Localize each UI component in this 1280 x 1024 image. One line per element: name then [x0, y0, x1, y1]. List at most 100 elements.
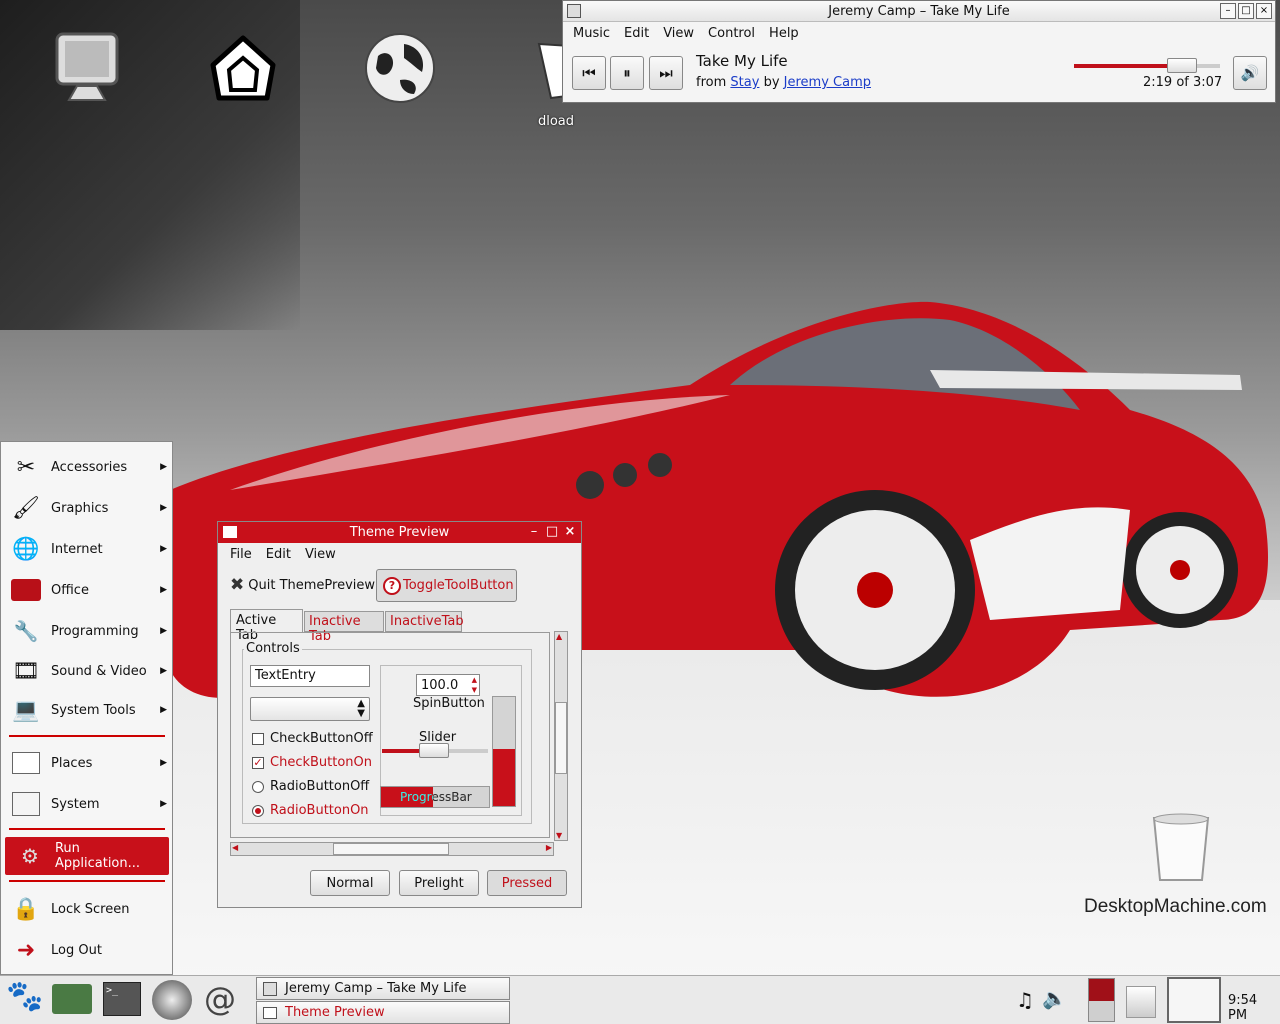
seek-slider-handle[interactable] [1167, 58, 1198, 73]
theme-close-button[interactable]: × [562, 524, 578, 539]
clock[interactable]: 9:54 PM [1228, 993, 1280, 1023]
text-entry[interactable]: TextEntry [250, 665, 370, 687]
horizontal-slider[interactable] [382, 743, 488, 758]
menu-item-accessories[interactable]: ✂ Accessories ▶ [1, 448, 173, 486]
menu-item-sound-video[interactable]: 🎞 Sound & Video ▶ [1, 652, 173, 690]
download-folder-label: dload [537, 114, 575, 129]
web-browser-globe-icon[interactable] [152, 980, 192, 1020]
show-desktop-button[interactable] [1167, 977, 1221, 1023]
vertical-scrollbar[interactable]: ▲ ▼ [554, 631, 568, 841]
menu-item-office[interactable]: Office ▶ [1, 571, 173, 609]
player-close-button[interactable]: × [1256, 3, 1272, 19]
menu-item-system[interactable]: System ▶ [1, 785, 173, 823]
file-manager-icon[interactable] [52, 984, 92, 1014]
theme-maximize-button[interactable]: □ [544, 524, 560, 539]
menu-separator [9, 828, 165, 830]
workspace-switcher[interactable] [1088, 978, 1115, 1022]
player-menu-view[interactable]: View [663, 26, 694, 41]
workspace-2[interactable] [1089, 1001, 1114, 1021]
album-link[interactable]: Stay [730, 75, 759, 90]
menu-item-lock-screen[interactable]: 🔒 Lock Screen [1, 890, 173, 928]
player-menu-edit[interactable]: Edit [624, 26, 649, 41]
submenu-arrow-icon: ▶ [160, 585, 167, 595]
track-time: 2:19 of 3:07 [1143, 75, 1223, 90]
menu-item-places[interactable]: Places ▶ [1, 744, 173, 782]
menu-label: Log Out [51, 942, 102, 958]
previous-button[interactable]: ⏮ [572, 56, 606, 90]
menu-item-log-out[interactable]: ➜ Log Out [1, 931, 173, 969]
normal-button[interactable]: Normal [310, 870, 390, 896]
tab-inactive-1[interactable]: Inactive Tab [304, 611, 384, 644]
network-globe-icon[interactable] [355, 28, 445, 112]
theme-window-icon[interactable] [223, 526, 237, 538]
radio-button-off[interactable]: RadioButtonOff [252, 779, 369, 794]
music-note-icon[interactable]: ♫ [1016, 988, 1034, 1012]
menu-item-system-tools[interactable]: 💻 System Tools ▶ [1, 691, 173, 729]
toggle-tool-button[interactable]: ? ToggleToolButton [376, 569, 517, 602]
player-window-icon[interactable] [567, 4, 581, 18]
seek-slider[interactable] [1074, 58, 1220, 73]
artist-link[interactable]: Jeremy Camp [784, 75, 871, 90]
tab-active[interactable]: Active Tab [230, 609, 303, 643]
home-icon[interactable] [198, 30, 288, 109]
gnome-foot-icon[interactable]: 🐾 [6, 979, 43, 1014]
scroll-down-icon[interactable]: ▼ [556, 831, 562, 840]
scroll-up-icon[interactable]: ▲ [556, 632, 562, 641]
trash-icon[interactable] [1148, 812, 1214, 890]
theme-menu-view[interactable]: View [305, 547, 336, 562]
checkbox-unchecked-icon [252, 732, 264, 745]
player-menu-help[interactable]: Help [769, 26, 799, 41]
radio-button-on[interactable]: RadioButtonOn [252, 803, 369, 818]
menu-label: Sound & Video [51, 663, 147, 679]
combo-box[interactable]: ▲ ▼ [250, 697, 370, 721]
check-button-off[interactable]: CheckButtonOff [252, 731, 373, 746]
next-button[interactable]: ⏭ [649, 56, 683, 90]
spin-value: 100.0 [421, 678, 459, 693]
scroll-right-icon[interactable]: ▶ [546, 843, 552, 852]
horizontal-scrollbar[interactable]: ◀ ▶ [230, 842, 554, 856]
from-label: from [696, 75, 727, 90]
theme-titlebar[interactable]: Theme Preview – □ × [218, 522, 581, 543]
pressed-button[interactable]: Pressed [487, 870, 567, 896]
volume-button[interactable]: 🔊 [1233, 56, 1267, 90]
theme-minimize-button[interactable]: – [526, 524, 542, 539]
quit-label: Quit ThemePreview! [248, 577, 381, 593]
radio-unselected-icon [252, 780, 264, 793]
slider-handle[interactable] [419, 743, 449, 758]
spin-button[interactable]: 100.0 ▲ ▼ [416, 674, 480, 696]
check-button-on[interactable]: ✓ CheckButtonOn [252, 755, 372, 770]
prelight-button[interactable]: Prelight [399, 870, 479, 896]
player-menu-music[interactable]: Music [573, 26, 610, 41]
player-minimize-button[interactable]: – [1220, 3, 1236, 19]
task-button-player[interactable]: Jeremy Camp – Take My Life [256, 977, 510, 1000]
tab-inactive-2[interactable]: InactiveTab [385, 611, 464, 632]
player-menu-control[interactable]: Control [708, 26, 755, 41]
menu-item-run-application[interactable]: ⚙ Run Application... [5, 837, 169, 875]
theme-menu-file[interactable]: File [230, 547, 252, 562]
computer-icon[interactable] [42, 28, 132, 110]
pause-button[interactable]: ⏸ [610, 56, 644, 90]
horizontal-scroll-thumb[interactable] [333, 843, 449, 855]
vertical-progress-fill [493, 749, 515, 806]
menu-label: Internet [51, 541, 103, 557]
scroll-left-icon[interactable]: ◀ [232, 843, 238, 852]
theme-menu-edit[interactable]: Edit [266, 547, 291, 562]
track-title: Take My Life [696, 52, 788, 70]
player-maximize-button[interactable]: □ [1238, 3, 1254, 19]
menu-item-programming[interactable]: 🔧 Programming ▶ [1, 612, 173, 650]
next-icon: ⏭ [659, 64, 673, 82]
menu-item-internet[interactable]: 🌐 Internet ▶ [1, 530, 173, 568]
task-button-theme-preview[interactable]: Theme Preview [256, 1001, 510, 1024]
trash-tray-icon[interactable] [1126, 986, 1156, 1018]
spin-arrows-icon[interactable]: ▲ ▼ [472, 675, 477, 695]
workspace-1[interactable] [1089, 979, 1114, 1001]
volume-tray-icon[interactable]: 🔈 [1042, 986, 1067, 1010]
email-at-icon[interactable]: @ [204, 980, 236, 1018]
vertical-scroll-thumb[interactable] [555, 702, 567, 774]
menu-item-graphics[interactable]: 🖌 Graphics ▶ [1, 489, 173, 527]
theme-menubar: File Edit View [218, 543, 581, 566]
player-menubar: Music Edit View Control Help [563, 22, 1275, 45]
quit-button[interactable]: ✖ Quit ThemePreview! [230, 575, 380, 595]
player-titlebar[interactable]: Jeremy Camp – Take My Life – □ × [563, 1, 1275, 22]
terminal-icon[interactable]: >_ [103, 982, 141, 1016]
